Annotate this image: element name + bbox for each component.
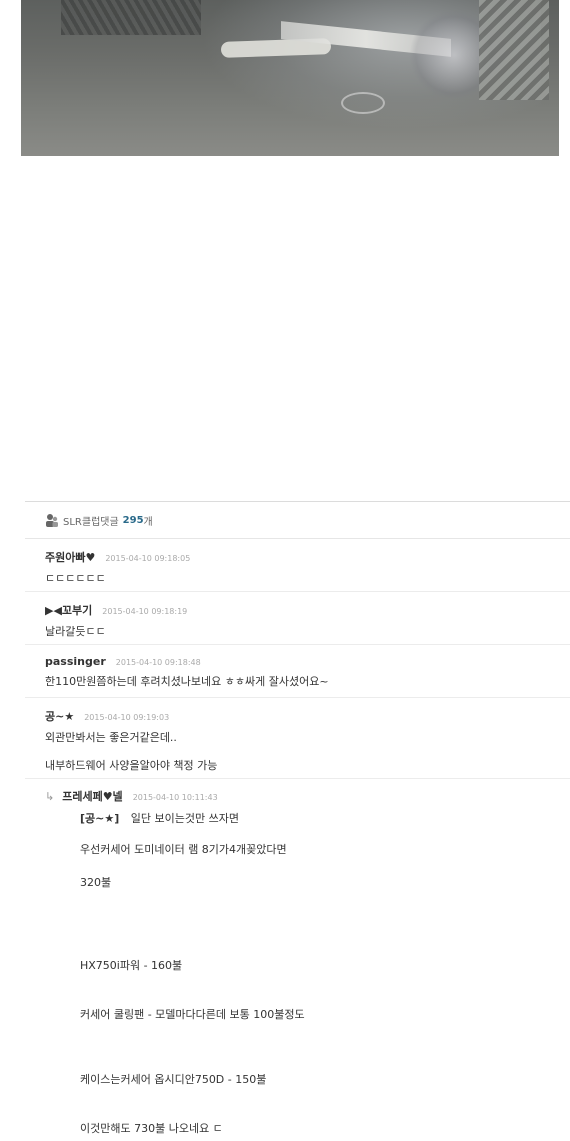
reply-author[interactable]: 프레세페♥넬 [62,788,122,804]
comment-icon [45,513,59,527]
comment-item: passinger 2015-04-10 09:18:48 한110만원쯤하는데… [25,645,570,698]
comment-count: 295 [122,514,144,526]
comment-item: 공~★ 2015-04-10 09:19:03 외관만봐서는 좋은거같은데.. … [25,698,570,779]
comment-date: 2015-04-10 09:18:48 [115,658,201,667]
reply-line: 이것만해도 730불 나오네요 ㄷ [80,1122,223,1135]
radiator-rack [479,0,549,100]
comment-text: 내부하드웨어 사양을알아야 책정 가능 [45,759,218,772]
comment-item: ▶◀꼬부기 2015-04-10 09:18:19 날라갈듯ㄷㄷ [25,592,570,645]
pc-case-photo [21,0,559,156]
comment-author[interactable]: 주원아빠♥ [45,549,95,565]
reply-mention-tag[interactable]: [공~★] [80,812,119,825]
comment-item: 주원아빠♥ 2015-04-10 09:18:05 ㄷㄷㄷㄷㄷㄷ [25,539,570,592]
comment-text: 날라갈듯ㄷㄷ [45,625,106,638]
reply-line: 커세어 쿨링팬 - 모델마다다른데 보통 100불정도 [80,1008,305,1021]
comment-text: 한110만원쯤하는데 후려치셨나보네요 ㅎㅎ싸게 잘사셨어요~ [45,675,329,688]
comment-header: SLR클럽댓글 295 개 [25,502,570,539]
reply-arrow-icon: ↳ [45,790,55,803]
reply-item: ↳ 프레세페♥넬 2015-04-10 10:11:43 [공~★] 일단 보이… [25,779,570,1136]
comment-count-unit: 개 [143,516,153,528]
reply-line: 320불 [80,876,112,889]
reply-body: [공~★] 일단 보이는것만 쓰자면 우선커세어 도미네이터 램 8기가4개꽂았… [45,812,570,1136]
comment-text: ㄷㄷㄷㄷㄷㄷ [45,572,106,585]
reply-line: 케이스는커세어 옵시디안750D - 150불 [80,1073,267,1086]
comment-date: 2015-04-10 09:18:19 [102,607,188,616]
comment-author[interactable]: 공~★ [45,708,74,724]
comment-date: 2015-04-10 09:19:03 [84,713,170,722]
comment-header-label: SLR클럽댓글 [63,516,119,528]
reply-line: 우선커세어 도미네이터 램 8기가4개꽂았다면 [80,843,287,856]
case-logo [341,92,385,114]
comment-author[interactable]: ▶◀꼬부기 [45,602,92,618]
comment-author[interactable]: passinger [45,655,106,668]
case-grille [61,0,201,35]
reply-date: 2015-04-10 10:11:43 [132,793,218,802]
reply-line: 일단 보이는것만 쓰자면 [130,812,239,825]
comment-date: 2015-04-10 09:18:05 [105,554,191,563]
comment-text: 외관만봐서는 좋은거같은데.. [45,731,177,744]
comment-section: SLR클럽댓글 295 개 주원아빠♥ 2015-04-10 09:18:05 ㄷ… [25,501,570,1141]
reply-line: HX750i파워 - 160불 [80,959,183,972]
